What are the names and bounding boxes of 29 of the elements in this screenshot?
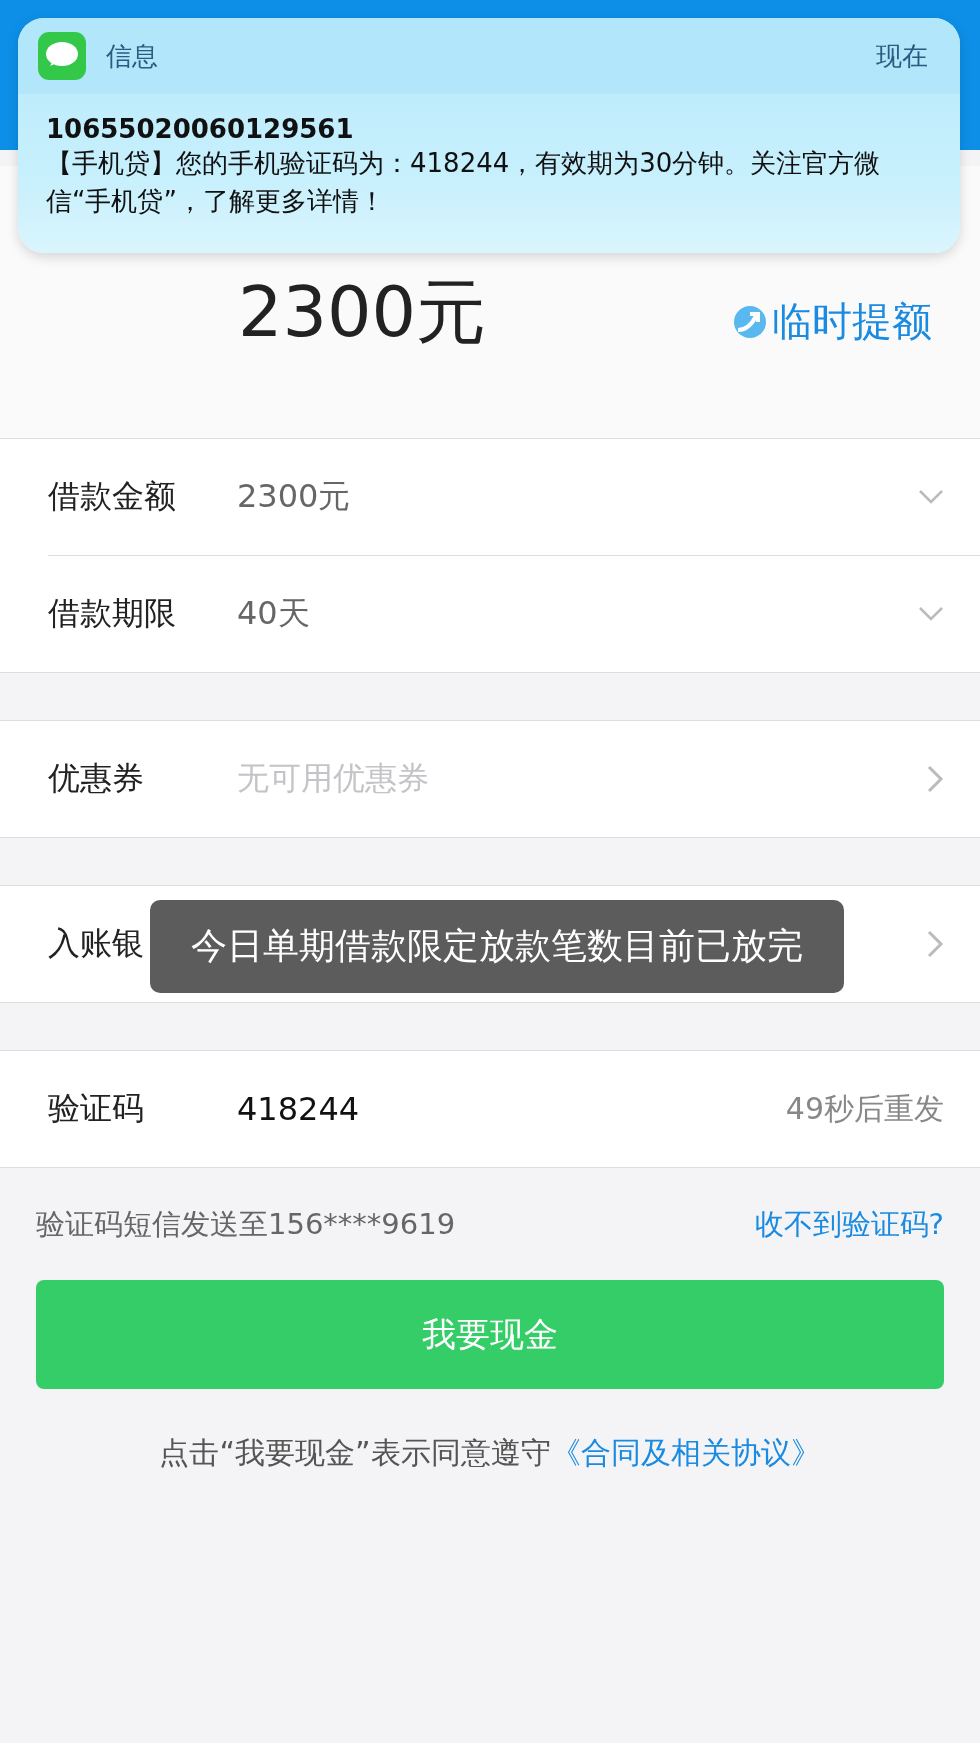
notification-banner[interactable]: 信息 现在 10655020060129561 【手机贷】您的手机验证码为：418244，有效期为30分钟。关注官方微信“手机贷”，了解更多详情！ bbox=[18, 18, 960, 253]
sms-note: 验证码短信发送至156****9619 bbox=[36, 1206, 456, 1243]
field-label: 入账银 bbox=[48, 923, 144, 964]
credit-amount: 2300元 bbox=[238, 270, 487, 355]
chevron-down-icon bbox=[918, 489, 944, 505]
chat-bubble-icon bbox=[38, 32, 86, 80]
help-link[interactable]: 收不到验证码? bbox=[754, 1205, 944, 1245]
chevron-right-icon bbox=[926, 764, 944, 794]
arrow-circle-icon bbox=[732, 303, 768, 340]
submit-button[interactable]: 我要现金 bbox=[36, 1280, 944, 1389]
sender-number: 10655020060129561 bbox=[46, 114, 355, 144]
app-name: 信息 bbox=[106, 39, 159, 73]
agreement-link[interactable]: 《合同及相关协议》 bbox=[550, 1433, 821, 1474]
field-label: 验证码 bbox=[48, 1088, 144, 1129]
notification-time: 现在 bbox=[876, 39, 928, 73]
chevron-down-icon bbox=[918, 606, 944, 622]
field-label: 借款期限 bbox=[48, 593, 176, 634]
resend-timer: 49秒后重发 bbox=[785, 1089, 944, 1128]
field-label: 优惠券 bbox=[48, 758, 144, 799]
chevron-right-icon bbox=[926, 929, 944, 959]
field-placeholder[interactable]: 无可用优惠券 bbox=[237, 757, 926, 801]
raise-limit-link[interactable]: 临时提额 bbox=[732, 294, 932, 349]
field-label: 借款金额 bbox=[48, 476, 176, 517]
code-input[interactable]: 418244 bbox=[237, 1090, 786, 1128]
toast-message: 今日单期借款限定放款笔数目前已放完 bbox=[150, 900, 844, 993]
agreement-text: 点击“我要现金”表示同意遵守 bbox=[159, 1434, 551, 1472]
field-value[interactable]: 40天 bbox=[237, 592, 918, 636]
message-text: 【手机贷】您的手机验证码为：418244，有效期为30分钟。关注官方微信“手机贷”，了解更多详情！ bbox=[46, 147, 882, 218]
field-value[interactable]: 2300元 bbox=[237, 475, 918, 519]
